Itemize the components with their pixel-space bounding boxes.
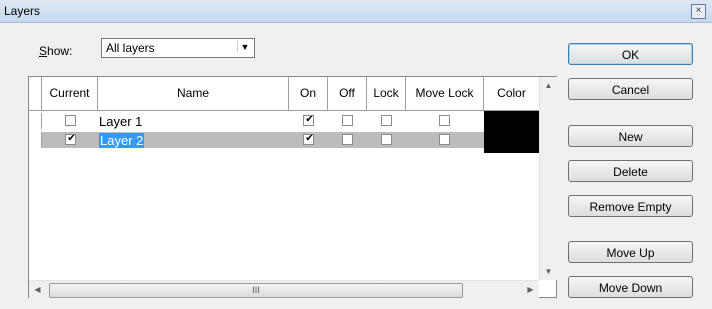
- on-checkbox[interactable]: [303, 115, 315, 126]
- scroll-down-icon[interactable]: ▼: [540, 263, 557, 280]
- row-header[interactable]: [29, 132, 42, 148]
- layer-name[interactable]: Layer 2: [99, 133, 145, 148]
- table-row[interactable]: Layer 2: [29, 132, 484, 148]
- off-checkbox[interactable]: [342, 134, 353, 145]
- show-label-accel: S: [39, 44, 48, 58]
- off-checkbox[interactable]: [342, 115, 353, 126]
- new-button[interactable]: New: [568, 125, 693, 147]
- show-select[interactable]: All layers ▼: [101, 38, 255, 58]
- close-icon[interactable]: ×: [691, 4, 706, 19]
- col-lock[interactable]: Lock: [367, 77, 406, 110]
- window-title: Layers: [4, 4, 41, 18]
- scroll-up-icon[interactable]: ▲: [540, 77, 557, 94]
- chevron-down-icon[interactable]: ▼: [237, 41, 252, 53]
- col-on[interactable]: On: [289, 77, 328, 110]
- show-select-value: All layers: [106, 41, 155, 55]
- layer-name-selected[interactable]: Layer 2: [99, 133, 145, 148]
- header-corner: [29, 77, 42, 110]
- col-off[interactable]: Off: [328, 77, 367, 110]
- vertical-scrollbar[interactable]: ▲ ▼: [539, 77, 557, 280]
- on-checkbox[interactable]: [303, 134, 315, 145]
- show-label: Show:: [39, 44, 72, 58]
- title-bar: Layers ×: [0, 0, 712, 23]
- ok-button[interactable]: OK: [568, 43, 693, 65]
- move-lock-checkbox[interactable]: [439, 134, 450, 145]
- show-label-rest: how:: [47, 44, 73, 58]
- move-up-button[interactable]: Move Up: [568, 241, 693, 263]
- scroll-left-icon[interactable]: ◀: [29, 281, 46, 298]
- horizontal-scrollbar[interactable]: ◀ III ▶: [29, 280, 539, 298]
- layer-name[interactable]: Layer 1: [99, 114, 142, 129]
- col-name[interactable]: Name: [98, 77, 289, 110]
- color-swatch[interactable]: [484, 111, 539, 153]
- scroll-right-icon[interactable]: ▶: [522, 281, 539, 298]
- remove-empty-button[interactable]: Remove Empty: [568, 195, 693, 217]
- row-header[interactable]: [29, 113, 42, 129]
- move-down-button[interactable]: Move Down: [568, 276, 693, 298]
- scroll-thumb[interactable]: III: [49, 283, 463, 298]
- layers-grid[interactable]: Current Name On Off Lock Move Lock Color…: [28, 76, 557, 298]
- delete-button[interactable]: Delete: [568, 160, 693, 182]
- col-move-lock[interactable]: Move Lock: [406, 77, 484, 110]
- current-checkbox[interactable]: [65, 115, 76, 126]
- col-current[interactable]: Current: [42, 77, 98, 110]
- grid-header: Current Name On Off Lock Move Lock Color: [29, 77, 539, 111]
- table-row[interactable]: Layer 1: [29, 113, 539, 129]
- col-color[interactable]: Color: [484, 77, 539, 110]
- cancel-button[interactable]: Cancel: [568, 78, 693, 100]
- lock-checkbox[interactable]: [381, 115, 392, 126]
- current-checkbox[interactable]: [65, 134, 77, 145]
- move-lock-checkbox[interactable]: [439, 115, 450, 126]
- lock-checkbox[interactable]: [381, 134, 392, 145]
